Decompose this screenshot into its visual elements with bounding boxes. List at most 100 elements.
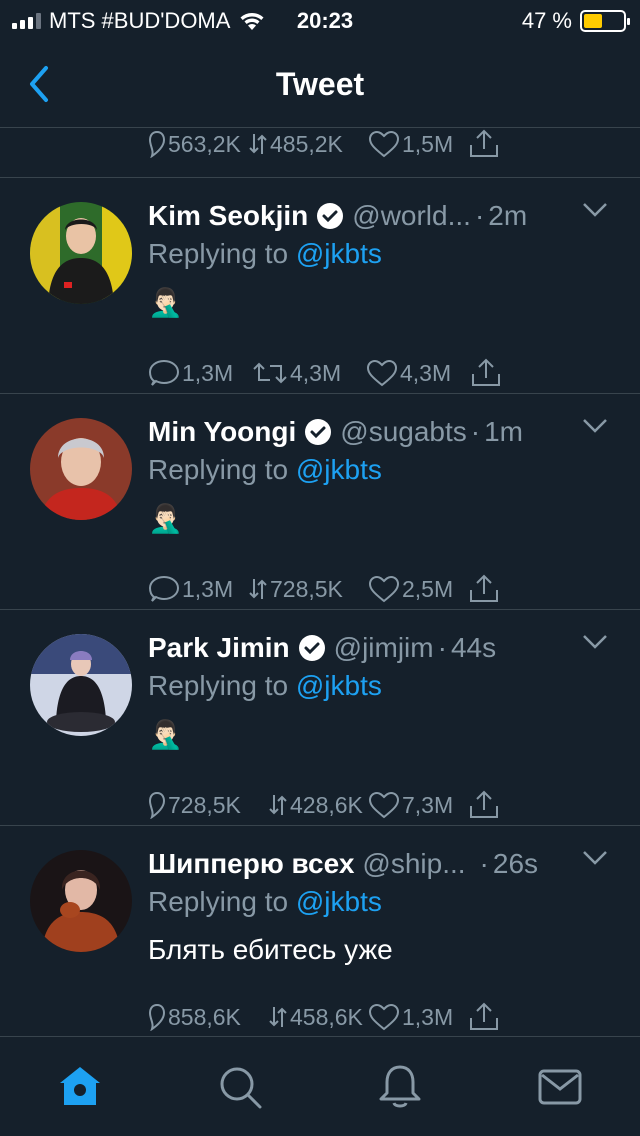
tab-search[interactable] — [216, 1063, 264, 1111]
user-handle[interactable]: @jimjim — [334, 632, 434, 664]
replying-to: Replying to @jkbts — [148, 238, 382, 269]
user-handle[interactable]: @sugabts — [340, 416, 467, 448]
search-icon — [220, 1067, 262, 1109]
avatar[interactable] — [30, 418, 132, 520]
like-button[interactable]: 2,5M — [368, 575, 468, 603]
avatar[interactable] — [30, 850, 132, 952]
action-bar: 1,3M 4,3M 4,3M — [148, 358, 502, 388]
mention-link[interactable]: @jkbts — [296, 454, 382, 485]
like-count: 2,5M — [402, 575, 454, 602]
tab-messages[interactable] — [536, 1063, 584, 1111]
tweet-item[interactable]: Шипперю всех @ship... · 26s Replying to … — [0, 826, 640, 1038]
share-button[interactable] — [468, 574, 500, 604]
retweet-button[interactable]: 428,6K — [268, 791, 368, 819]
heart-icon — [366, 359, 398, 387]
retweet-icon — [249, 579, 267, 599]
retweet-icon — [269, 795, 287, 815]
tweet-time: 44s — [450, 632, 497, 663]
chevron-down-icon[interactable] — [582, 850, 608, 866]
mention-link[interactable]: @jkbts — [296, 886, 382, 917]
replying-to: Replying to @jkbts — [148, 670, 382, 701]
tab-bar — [0, 1036, 640, 1136]
share-button[interactable] — [468, 129, 500, 159]
avatar-image — [30, 850, 132, 952]
tweet-text: 🤦🏻‍♂️ — [148, 718, 183, 750]
battery-icon — [580, 10, 630, 32]
share-icon — [470, 129, 498, 157]
reply-count: 1,3M — [182, 359, 234, 386]
display-name[interactable]: Min Yoongi — [148, 416, 296, 448]
heart-icon — [368, 1003, 400, 1031]
mention-link[interactable]: @jkbts — [296, 670, 382, 701]
reply-count: 563,2K — [168, 130, 241, 157]
share-icon — [470, 790, 498, 818]
avatar[interactable] — [30, 202, 132, 304]
retweet-count: 428,6K — [290, 791, 363, 818]
reply-icon — [148, 575, 180, 602]
separator-dot: · — [470, 416, 481, 447]
share-icon — [472, 358, 500, 386]
reply-icon — [148, 130, 166, 158]
share-button[interactable] — [468, 1002, 500, 1032]
retweet-button[interactable]: 485,2K — [248, 130, 368, 158]
reply-icon — [148, 791, 166, 819]
tweet-body: Kim Seokjin @world... · 2m Replying to @… — [148, 198, 620, 387]
tab-home[interactable] — [56, 1063, 104, 1111]
verified-badge-icon — [317, 203, 344, 229]
nav-bar: Tweet — [0, 40, 640, 128]
user-handle[interactable]: @ship... — [362, 848, 465, 880]
separator-dot: · — [474, 200, 485, 231]
share-icon — [470, 574, 498, 602]
like-button[interactable]: 1,5M — [368, 130, 468, 158]
like-count: 1,3M — [402, 1003, 454, 1030]
chevron-down-icon[interactable] — [582, 202, 608, 218]
display-name[interactable]: Шипперю всех — [148, 848, 354, 880]
reply-button[interactable]: 728,5K — [148, 791, 268, 819]
display-name[interactable]: Park Jimin — [148, 632, 290, 664]
tweet-time: 1m — [484, 416, 524, 447]
tweet-text: Блять ебитесь уже — [148, 934, 393, 965]
separator-dot: · — [479, 848, 489, 879]
retweet-count: 4,3M — [290, 359, 342, 386]
tweet-header: Min Yoongi @sugabts · 1m — [148, 414, 620, 450]
chevron-down-icon[interactable] — [582, 634, 608, 650]
tweet-item[interactable]: Park Jimin @jimjim · 44s Replying to @jk… — [0, 610, 640, 826]
tweet-text: 🤦🏻‍♂️ — [148, 502, 183, 534]
reply-count: 1,3M — [182, 575, 234, 602]
reply-button[interactable]: 563,2K — [148, 130, 248, 158]
chevron-down-icon[interactable] — [582, 418, 608, 434]
share-button[interactable] — [470, 358, 502, 388]
reply-button[interactable]: 1,3M — [148, 359, 252, 387]
reply-button[interactable]: 858,6K — [148, 1003, 268, 1031]
avatar[interactable] — [30, 634, 132, 736]
avatar-image — [30, 202, 132, 304]
retweet-button[interactable]: 728,5K — [248, 575, 368, 603]
notifications-icon — [379, 1065, 421, 1108]
tab-notifications[interactable] — [376, 1063, 424, 1111]
action-bar: 728,5K 428,6K 7,3M — [148, 790, 500, 820]
tweet-body: Park Jimin @jimjim · 44s Replying to @jk… — [148, 630, 620, 819]
share-button[interactable] — [468, 790, 500, 820]
status-right: 47 % — [521, 8, 630, 34]
reply-count: 728,5K — [168, 791, 241, 818]
action-bar: 858,6K 458,6K 1,3M — [148, 1002, 500, 1032]
battery-percent: 47 % — [521, 8, 572, 33]
share-icon — [470, 1002, 498, 1030]
like-button[interactable]: 7,3M — [368, 791, 468, 819]
heart-icon — [368, 575, 400, 603]
like-button[interactable]: 1,3M — [368, 1003, 468, 1031]
retweet-button[interactable]: 458,6K — [268, 1003, 368, 1031]
display-name[interactable]: Kim Seokjin — [148, 200, 308, 232]
tweet-item[interactable]: Kim Seokjin @world... · 2m Replying to @… — [0, 178, 640, 394]
user-handle[interactable]: @world... — [352, 200, 471, 232]
like-button[interactable]: 4,3M — [366, 359, 470, 387]
heart-icon — [368, 791, 400, 819]
retweet-icon — [269, 1007, 287, 1027]
reply-button[interactable]: 1,3M — [148, 575, 248, 603]
retweet-icon — [253, 362, 287, 384]
retweet-button[interactable]: 4,3M — [252, 360, 366, 387]
tweet-header: Park Jimin @jimjim · 44s — [148, 630, 620, 666]
heart-icon — [368, 130, 400, 158]
tweet-item[interactable]: Min Yoongi @sugabts · 1m Replying to @jk… — [0, 394, 640, 610]
mention-link[interactable]: @jkbts — [296, 238, 382, 269]
